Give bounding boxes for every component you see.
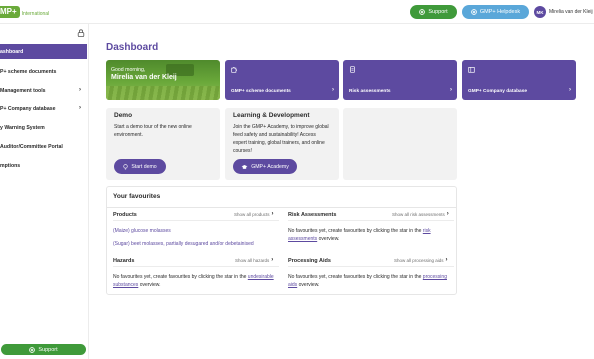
sidebar-item-label: Auditor/Committee Portal (0, 143, 63, 150)
sidebar-item-auditor-portal[interactable]: Auditor/Committee Portal (0, 139, 87, 154)
tile-label: GMP+ Company database (468, 89, 528, 94)
favourites-title: Your favourites (113, 193, 161, 200)
risk-empty-message: No favourites yet, create favourites by … (288, 227, 454, 243)
logo-text: International (21, 10, 50, 17)
learning-card: Learning & Development Join the GMP+ Aca… (225, 108, 339, 180)
helpdesk-icon (471, 9, 477, 15)
empty-text: No favourites yet, create favourites by … (288, 228, 422, 234)
sidebar-item-dashboard[interactable]: ashboard (0, 44, 87, 59)
tile-scheme-documents[interactable]: GMP+ scheme documents › (225, 60, 339, 100)
lightbulb-icon (123, 163, 128, 169)
document-icon (350, 66, 355, 73)
graduation-cap-icon (241, 164, 248, 169)
support-button[interactable]: Support (410, 5, 457, 19)
tile-risk-assessments[interactable]: Risk assessments › (343, 60, 457, 100)
divider (113, 220, 279, 221)
empty-text: overview. (139, 282, 161, 288)
top-bar: MP+ International Support GMP+ Helpdesk … (0, 0, 594, 24)
products-title: Products (113, 212, 137, 218)
gmp-academy-button[interactable]: GMP+ Academy (233, 159, 297, 174)
sidebar-support-label: Support (38, 346, 58, 353)
chevron-right-icon: › (271, 257, 274, 263)
favourite-product-link[interactable]: (Maize) glucose molasses (113, 228, 171, 234)
sidebar: ashboard P+ scheme documents Management … (0, 24, 89, 359)
user-name[interactable]: Mirelia van der Kleij (549, 9, 593, 15)
divider (288, 220, 454, 221)
learning-title: Learning & Development (233, 112, 310, 119)
sidebar-item-label: Management tools (0, 87, 46, 94)
empty-text: No favourites yet, create favourites by … (113, 274, 247, 280)
gmp-logo[interactable]: MP+ International (0, 5, 49, 19)
support-icon (419, 9, 426, 15)
helpdesk-button[interactable]: GMP+ Helpdesk (462, 5, 529, 19)
learning-text: Join the GMP+ Academy, to improve global… (233, 124, 329, 154)
start-demo-button[interactable]: Start demo (114, 159, 166, 174)
tile-company-database[interactable]: GMP+ Company database › (462, 60, 576, 100)
welcome-name: Mirelia van der Kleij (111, 74, 177, 81)
gmp-academy-label: GMP+ Academy (251, 163, 289, 170)
demo-card: Demo Start a demo tour of the new online… (106, 108, 220, 180)
show-all-hazards-link[interactable]: Show all hazards › (235, 257, 273, 263)
hazards-title: Hazards (113, 258, 135, 264)
empty-card (343, 108, 457, 180)
chevron-right-icon: › (445, 257, 448, 263)
show-all-risk-label: Show all risk assessments (392, 211, 445, 217)
processing-aids-title: Processing Aids (288, 258, 331, 264)
sidebar-item-company-database[interactable]: P+ Company database › (0, 101, 87, 116)
processing-aids-empty-message: No favourites yet, create favourites by … (288, 273, 454, 289)
divider (288, 266, 454, 267)
field-image (106, 86, 220, 100)
sidebar-item-label: P+ scheme documents (0, 68, 57, 75)
divider (107, 207, 456, 208)
sidebar-item-label: P+ Company database (0, 105, 56, 112)
show-all-products-label: Show all products (234, 211, 270, 217)
show-all-risk-assessments-link[interactable]: Show all risk assessments › (392, 211, 449, 217)
show-all-products-link[interactable]: Show all products › (234, 211, 274, 217)
show-all-aids-label: Show all processing aids (394, 257, 444, 263)
favourite-product-link[interactable]: (Sugar) beet molasses, partially desugar… (113, 241, 254, 247)
divider (113, 266, 279, 267)
sidebar-item-scheme-documents[interactable]: P+ scheme documents (0, 64, 87, 79)
sidebar-support-button[interactable]: Support (1, 344, 86, 355)
demo-title: Demo (114, 112, 133, 119)
chevron-right-icon: › (446, 211, 449, 217)
helpdesk-button-label: GMP+ Helpdesk (479, 9, 521, 15)
risk-assessments-title: Risk Assessments (288, 212, 337, 218)
chevron-right-icon: › (569, 87, 571, 93)
page-title: Dashboard (106, 42, 159, 53)
empty-text: overview. (318, 236, 340, 242)
demo-text: Start a demo tour of the new online envi… (114, 124, 192, 138)
tile-label: GMP+ scheme documents (231, 89, 291, 94)
sidebar-item-exemptions[interactable]: mptions (0, 158, 87, 173)
chevron-right-icon: › (271, 211, 274, 217)
building-icon (468, 67, 475, 73)
sidebar-item-label: y Warning System (0, 124, 45, 131)
hazards-empty-message: No favourites yet, create favourites by … (113, 273, 279, 289)
sidebar-item-label: mptions (0, 162, 21, 169)
welcome-tile: Good morning, Mirelia van der Kleij (106, 60, 220, 100)
support-icon (29, 346, 36, 353)
support-button-label: Support (428, 9, 448, 15)
empty-text: No favourites yet, create favourites by … (288, 274, 422, 280)
sidebar-item-label: ashboard (0, 48, 24, 55)
start-demo-label: Start demo (131, 163, 157, 170)
chevron-right-icon: › (332, 87, 334, 93)
logo-badge: MP+ (0, 6, 20, 18)
sidebar-item-warning-system[interactable]: y Warning System (0, 120, 87, 135)
welcome-greeting: Good morning, (111, 67, 146, 73)
chevron-right-icon: › (79, 87, 81, 93)
show-all-processing-aids-link[interactable]: Show all processing aids › (394, 257, 448, 263)
puzzle-icon (231, 67, 237, 73)
chevron-right-icon: › (450, 87, 452, 93)
avatar[interactable]: MK (534, 6, 546, 18)
sidebar-item-management-tools[interactable]: Management tools › (0, 83, 87, 98)
lock-icon[interactable] (77, 29, 85, 37)
chevron-right-icon: › (79, 105, 81, 111)
favourites-panel: Your favourites Products Show all produc… (106, 186, 457, 295)
show-all-hazards-label: Show all hazards (235, 257, 270, 263)
empty-text: overview. (298, 282, 320, 288)
tile-label: Risk assessments (349, 89, 391, 94)
